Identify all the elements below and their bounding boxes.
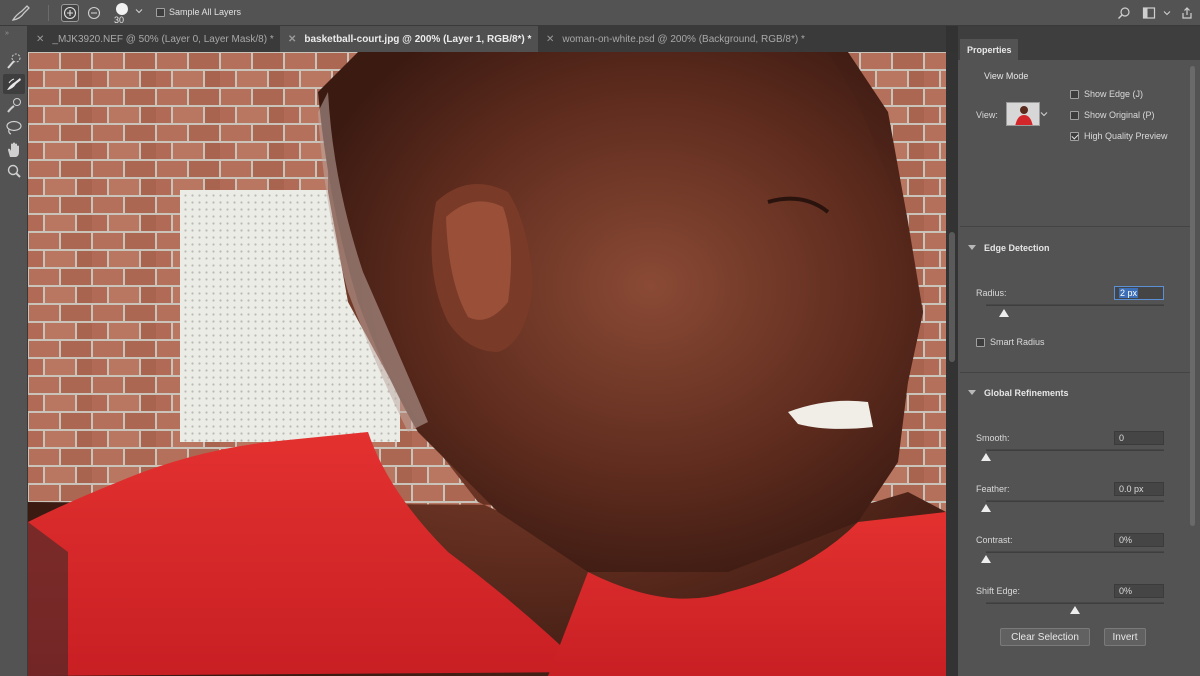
- shift-edge-field[interactable]: 0%: [1114, 584, 1164, 598]
- feather-label: Feather:: [976, 484, 1010, 494]
- contrast-slider-track[interactable]: [986, 551, 1164, 553]
- options-divider: [48, 5, 49, 21]
- shift-edge-slider-thumb[interactable]: [1070, 606, 1080, 614]
- smart-radius-box[interactable]: [976, 337, 985, 347]
- show-edge-box[interactable]: [1070, 89, 1079, 99]
- properties-tab-bar: Properties: [958, 26, 1200, 60]
- brush-icon[interactable]: [3, 96, 25, 116]
- high-quality-preview-label: High Quality Preview: [1084, 131, 1168, 141]
- document-canvas[interactable]: [28, 52, 946, 676]
- radius-value: 2 px: [1119, 288, 1139, 298]
- feather-slider-thumb[interactable]: [981, 504, 991, 512]
- high-quality-preview-box[interactable]: [1070, 131, 1079, 141]
- subtract-from-selection-icon[interactable]: [85, 4, 103, 22]
- feather-slider-track[interactable]: [986, 500, 1164, 502]
- canvas-scroll-thumb[interactable]: [949, 232, 955, 362]
- section-divider: [960, 226, 1190, 227]
- hand-icon[interactable]: [3, 140, 25, 160]
- add-to-selection-icon[interactable]: [61, 4, 79, 22]
- refine-edge-brush-tool-preset-icon[interactable]: [10, 3, 32, 23]
- contrast-field[interactable]: 0%: [1114, 533, 1164, 547]
- radius-slider-track[interactable]: [986, 304, 1164, 306]
- global-refinements-collapse-icon[interactable]: [968, 390, 976, 395]
- show-edge-label: Show Edge (J): [1084, 89, 1144, 99]
- show-original-label: Show Original (P): [1084, 110, 1155, 120]
- contrast-label: Contrast:: [976, 535, 1013, 545]
- show-original-checkbox[interactable]: Show Original (P): [1070, 110, 1155, 120]
- brush-picker-chevron-icon[interactable]: [135, 7, 143, 17]
- smart-radius-checkbox[interactable]: Smart Radius: [976, 337, 1045, 347]
- panel-scrollbar[interactable]: [1190, 64, 1196, 674]
- feather-field[interactable]: 0.0 px: [1114, 482, 1164, 496]
- close-tab-icon[interactable]: ✕: [546, 34, 554, 45]
- panel-scroll-thumb[interactable]: [1190, 66, 1195, 526]
- workspace-layout-icon[interactable]: [1142, 6, 1156, 22]
- high-quality-preview-checkbox[interactable]: High Quality Preview: [1070, 131, 1168, 141]
- tab-label: basketball-court.jpg @ 200% (Layer 1, RG…: [304, 33, 532, 45]
- tab-woman-on-white[interactable]: ✕ woman-on-white.psd @ 200% (Background,…: [538, 26, 838, 52]
- close-tab-icon[interactable]: ✕: [288, 34, 296, 45]
- tools-panel: »: [0, 26, 28, 676]
- clear-selection-button[interactable]: Clear Selection: [1000, 628, 1090, 646]
- tab-mjk3920[interactable]: ✕ _MJK3920.NEF @ 50% (Layer 0, Layer Mas…: [28, 26, 280, 52]
- radius-slider-thumb[interactable]: [998, 309, 1009, 317]
- edge-detection-collapse-icon[interactable]: [968, 245, 976, 250]
- document-tab-bar: ✕ _MJK3920.NEF @ 50% (Layer 0, Layer Mas…: [28, 26, 946, 52]
- shift-edge-label: Shift Edge:: [976, 586, 1021, 596]
- tab-label: woman-on-white.psd @ 200% (Background, R…: [562, 33, 805, 45]
- smooth-label: Smooth:: [976, 433, 1010, 443]
- contrast-slider-thumb[interactable]: [981, 555, 991, 563]
- options-bar: 30 Sample All Layers: [0, 0, 1200, 26]
- radius-field[interactable]: 2 px: [1114, 286, 1164, 300]
- panel-collapse-icon[interactable]: »: [5, 30, 11, 37]
- share-icon[interactable]: [1180, 6, 1194, 22]
- show-edge-checkbox[interactable]: Show Edge (J): [1070, 89, 1143, 99]
- global-refinements-heading: Global Refinements: [984, 388, 1069, 398]
- properties-panel: Properties View Mode View: Show Edge (J)…: [958, 26, 1200, 676]
- smooth-field[interactable]: 0: [1114, 431, 1164, 445]
- canvas-vertical-scrollbar[interactable]: [946, 52, 958, 676]
- sample-all-layers-label: Sample All Layers: [169, 7, 242, 17]
- view-mode-heading: View Mode: [984, 71, 1029, 81]
- search-icon[interactable]: [1117, 6, 1131, 22]
- view-label: View:: [976, 110, 998, 120]
- sample-all-layers-box[interactable]: [156, 7, 165, 17]
- smooth-slider-track[interactable]: [986, 449, 1164, 451]
- lasso-icon[interactable]: [3, 118, 25, 138]
- refine-edge-brush-icon[interactable]: [3, 74, 25, 94]
- workspace-chevron-down-icon[interactable]: [1163, 9, 1171, 19]
- invert-button[interactable]: Invert: [1104, 628, 1146, 646]
- brush-size-value: 30: [114, 15, 125, 25]
- tab-basketball-court[interactable]: ✕ basketball-court.jpg @ 200% (Layer 1, …: [280, 26, 538, 52]
- smooth-slider-thumb[interactable]: [981, 453, 991, 461]
- sample-all-layers-checkbox[interactable]: Sample All Layers: [156, 7, 241, 17]
- brush-preview-icon[interactable]: [116, 3, 128, 15]
- tab-properties[interactable]: Properties: [960, 39, 1018, 60]
- view-mode-thumbnail[interactable]: [1006, 102, 1040, 126]
- tab-label: _MJK3920.NEF @ 50% (Layer 0, Layer Mask/…: [52, 33, 274, 45]
- quick-selection-brush-icon[interactable]: [3, 52, 25, 72]
- zoom-icon[interactable]: [3, 162, 25, 182]
- smart-radius-label: Smart Radius: [990, 337, 1045, 347]
- section-divider: [960, 372, 1190, 373]
- edge-detection-heading: Edge Detection: [984, 243, 1050, 253]
- shift-edge-slider-track[interactable]: [986, 602, 1164, 604]
- close-tab-icon[interactable]: ✕: [36, 34, 44, 45]
- radius-label: Radius:: [976, 288, 1007, 298]
- photo-basketball-player: [28, 52, 946, 676]
- view-mode-chevron-down-icon[interactable]: [1040, 110, 1048, 120]
- show-original-box[interactable]: [1070, 110, 1079, 120]
